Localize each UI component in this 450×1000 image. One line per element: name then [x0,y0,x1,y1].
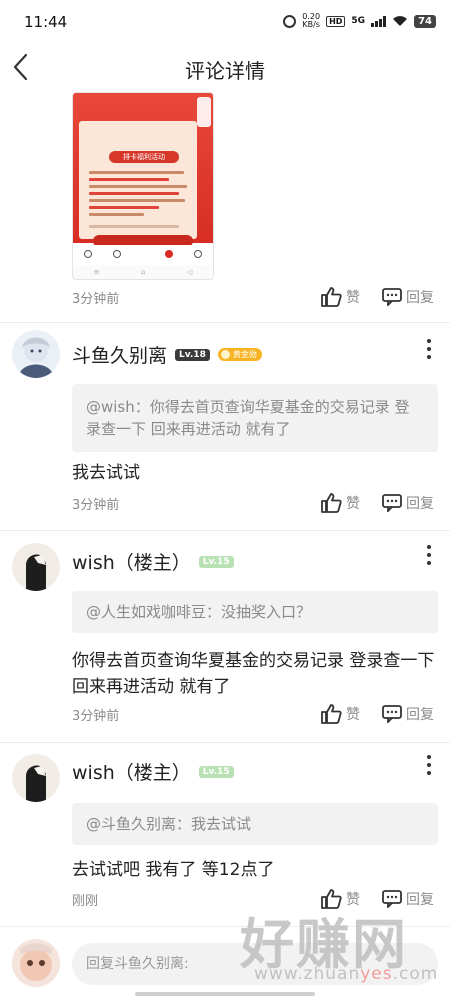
comment-author[interactable]: wish（楼主） Lv.15 [72,548,234,575]
hd-badge: HD [326,15,346,27]
reply-button[interactable]: 回复 [382,493,434,513]
status-time: 11:44 [24,13,68,31]
comment-meta: 3分钟前 赞 回复 [72,703,434,725]
reply-button[interactable]: 回复 [382,704,434,724]
reply-button[interactable]: 回复 [382,889,434,909]
wifi-icon [393,16,408,26]
reply-bubble-icon [382,288,402,306]
level-badge: Lv.15 [198,765,234,778]
comment-text: 你得去首页查询华夏基金的交易记录 登录查一下 回来再进活动 就有了 [72,651,435,697]
comment-author[interactable]: 斗鱼久别离 Lv.18 黄金勋 [72,341,262,368]
like-button[interactable]: 赞 [320,287,360,307]
comment-image-title: 排卡福利活动 [123,153,165,161]
avatar[interactable] [12,330,60,378]
quoted-reply: @人生如戏咖啡豆：没抽奖入口？ [72,591,438,633]
like-button[interactable]: 赞 [320,493,360,513]
level-badge: Lv.15 [198,555,234,568]
thumbs-up-icon [321,704,342,724]
thumbs-up-icon [321,889,342,909]
username[interactable]: wish（楼主） [72,758,191,785]
reply-input[interactable] [72,943,438,985]
like-label: 赞 [346,707,360,723]
comment-text: 去试试吧 我有了 等12点了 [72,860,275,880]
reply-button[interactable]: 回复 [382,287,434,307]
comment-time: 3分钟前 [72,291,120,307]
avatar[interactable] [12,754,60,802]
reply-label: 回复 [406,290,434,306]
comment-image-banner: 排卡福利活动 [73,93,213,243]
current-user-avatar[interactable] [12,939,60,987]
comment-meta: 刚刚 赞 回复 [72,888,434,910]
alarm-icon [283,14,297,28]
comment-image-title-badge: 排卡福利活动 [109,151,179,163]
battery-icon: 74 [414,14,436,28]
medal-label: 黄金勋 [232,350,257,359]
like-label: 赞 [346,290,360,306]
page-title: 评论详情 [185,59,265,83]
avatar[interactable] [12,543,60,591]
comment-image-navbar: ≡ ⌂ ◁ [73,265,213,279]
username[interactable]: wish（楼主） [72,548,191,575]
comment-author[interactable]: wish（楼主） Lv.15 [72,758,234,785]
comment-image[interactable]: 排卡福利活动 ≡ ⌂ ◁ [72,92,214,280]
medal-badge: 黄金勋 [217,348,262,361]
comment-meta: 3分钟前 赞 回复 [72,492,434,514]
more-options-icon[interactable] [426,339,432,359]
more-options-icon[interactable] [426,755,432,775]
like-label: 赞 [346,496,360,512]
more-options-icon[interactable] [426,545,432,565]
thumbs-up-icon [321,493,342,513]
comment-text: 我去试试 [72,463,140,483]
top-comment-meta: 3分钟前 赞 回复 [72,286,434,308]
home-indicator [135,992,315,996]
comment-image-content: 排卡福利活动 [79,121,197,239]
network-type: 5G [351,16,366,26]
status-icons: 0.20 KB/s HD 5G 74 [283,13,436,29]
quoted-reply: @斗鱼久别离：我去试试 [72,803,438,845]
net-speed-unit: KB/s [302,20,320,29]
like-label: 赞 [346,892,360,908]
reply-bubble-icon [382,890,402,908]
reply-bubble-icon [382,494,402,512]
net-speed: 0.20 KB/s [302,13,320,29]
comment-time: 3分钟前 [72,708,120,724]
comment-time: 刚刚 [72,893,99,909]
reply-bubble-icon [382,705,402,723]
level-badge: Lv.18 [175,348,210,361]
username[interactable]: 斗鱼久别离 [72,341,167,368]
like-button[interactable]: 赞 [320,704,360,724]
comment-time: 3分钟前 [72,497,120,513]
divider [0,530,450,531]
divider [0,322,450,323]
reply-label: 回复 [406,892,434,908]
comment-image-side-widget [197,97,211,127]
like-button[interactable]: 赞 [320,889,360,909]
reply-label: 回复 [406,707,434,723]
thumbs-up-icon [321,287,342,307]
comment-image-tabbar [73,245,213,263]
nav-bar: 评论详情 [0,44,450,90]
status-bar: 11:44 0.20 KB/s HD 5G 74 [0,0,450,44]
signal-icon [371,15,387,27]
reply-label: 回复 [406,496,434,512]
reply-bar [0,926,450,1000]
quoted-reply: @wish：你得去首页查询华夏基金的交易记录 登录查一下 回来再进活动 就有了 [72,384,438,452]
medal-icon [220,350,230,359]
divider [0,742,450,743]
